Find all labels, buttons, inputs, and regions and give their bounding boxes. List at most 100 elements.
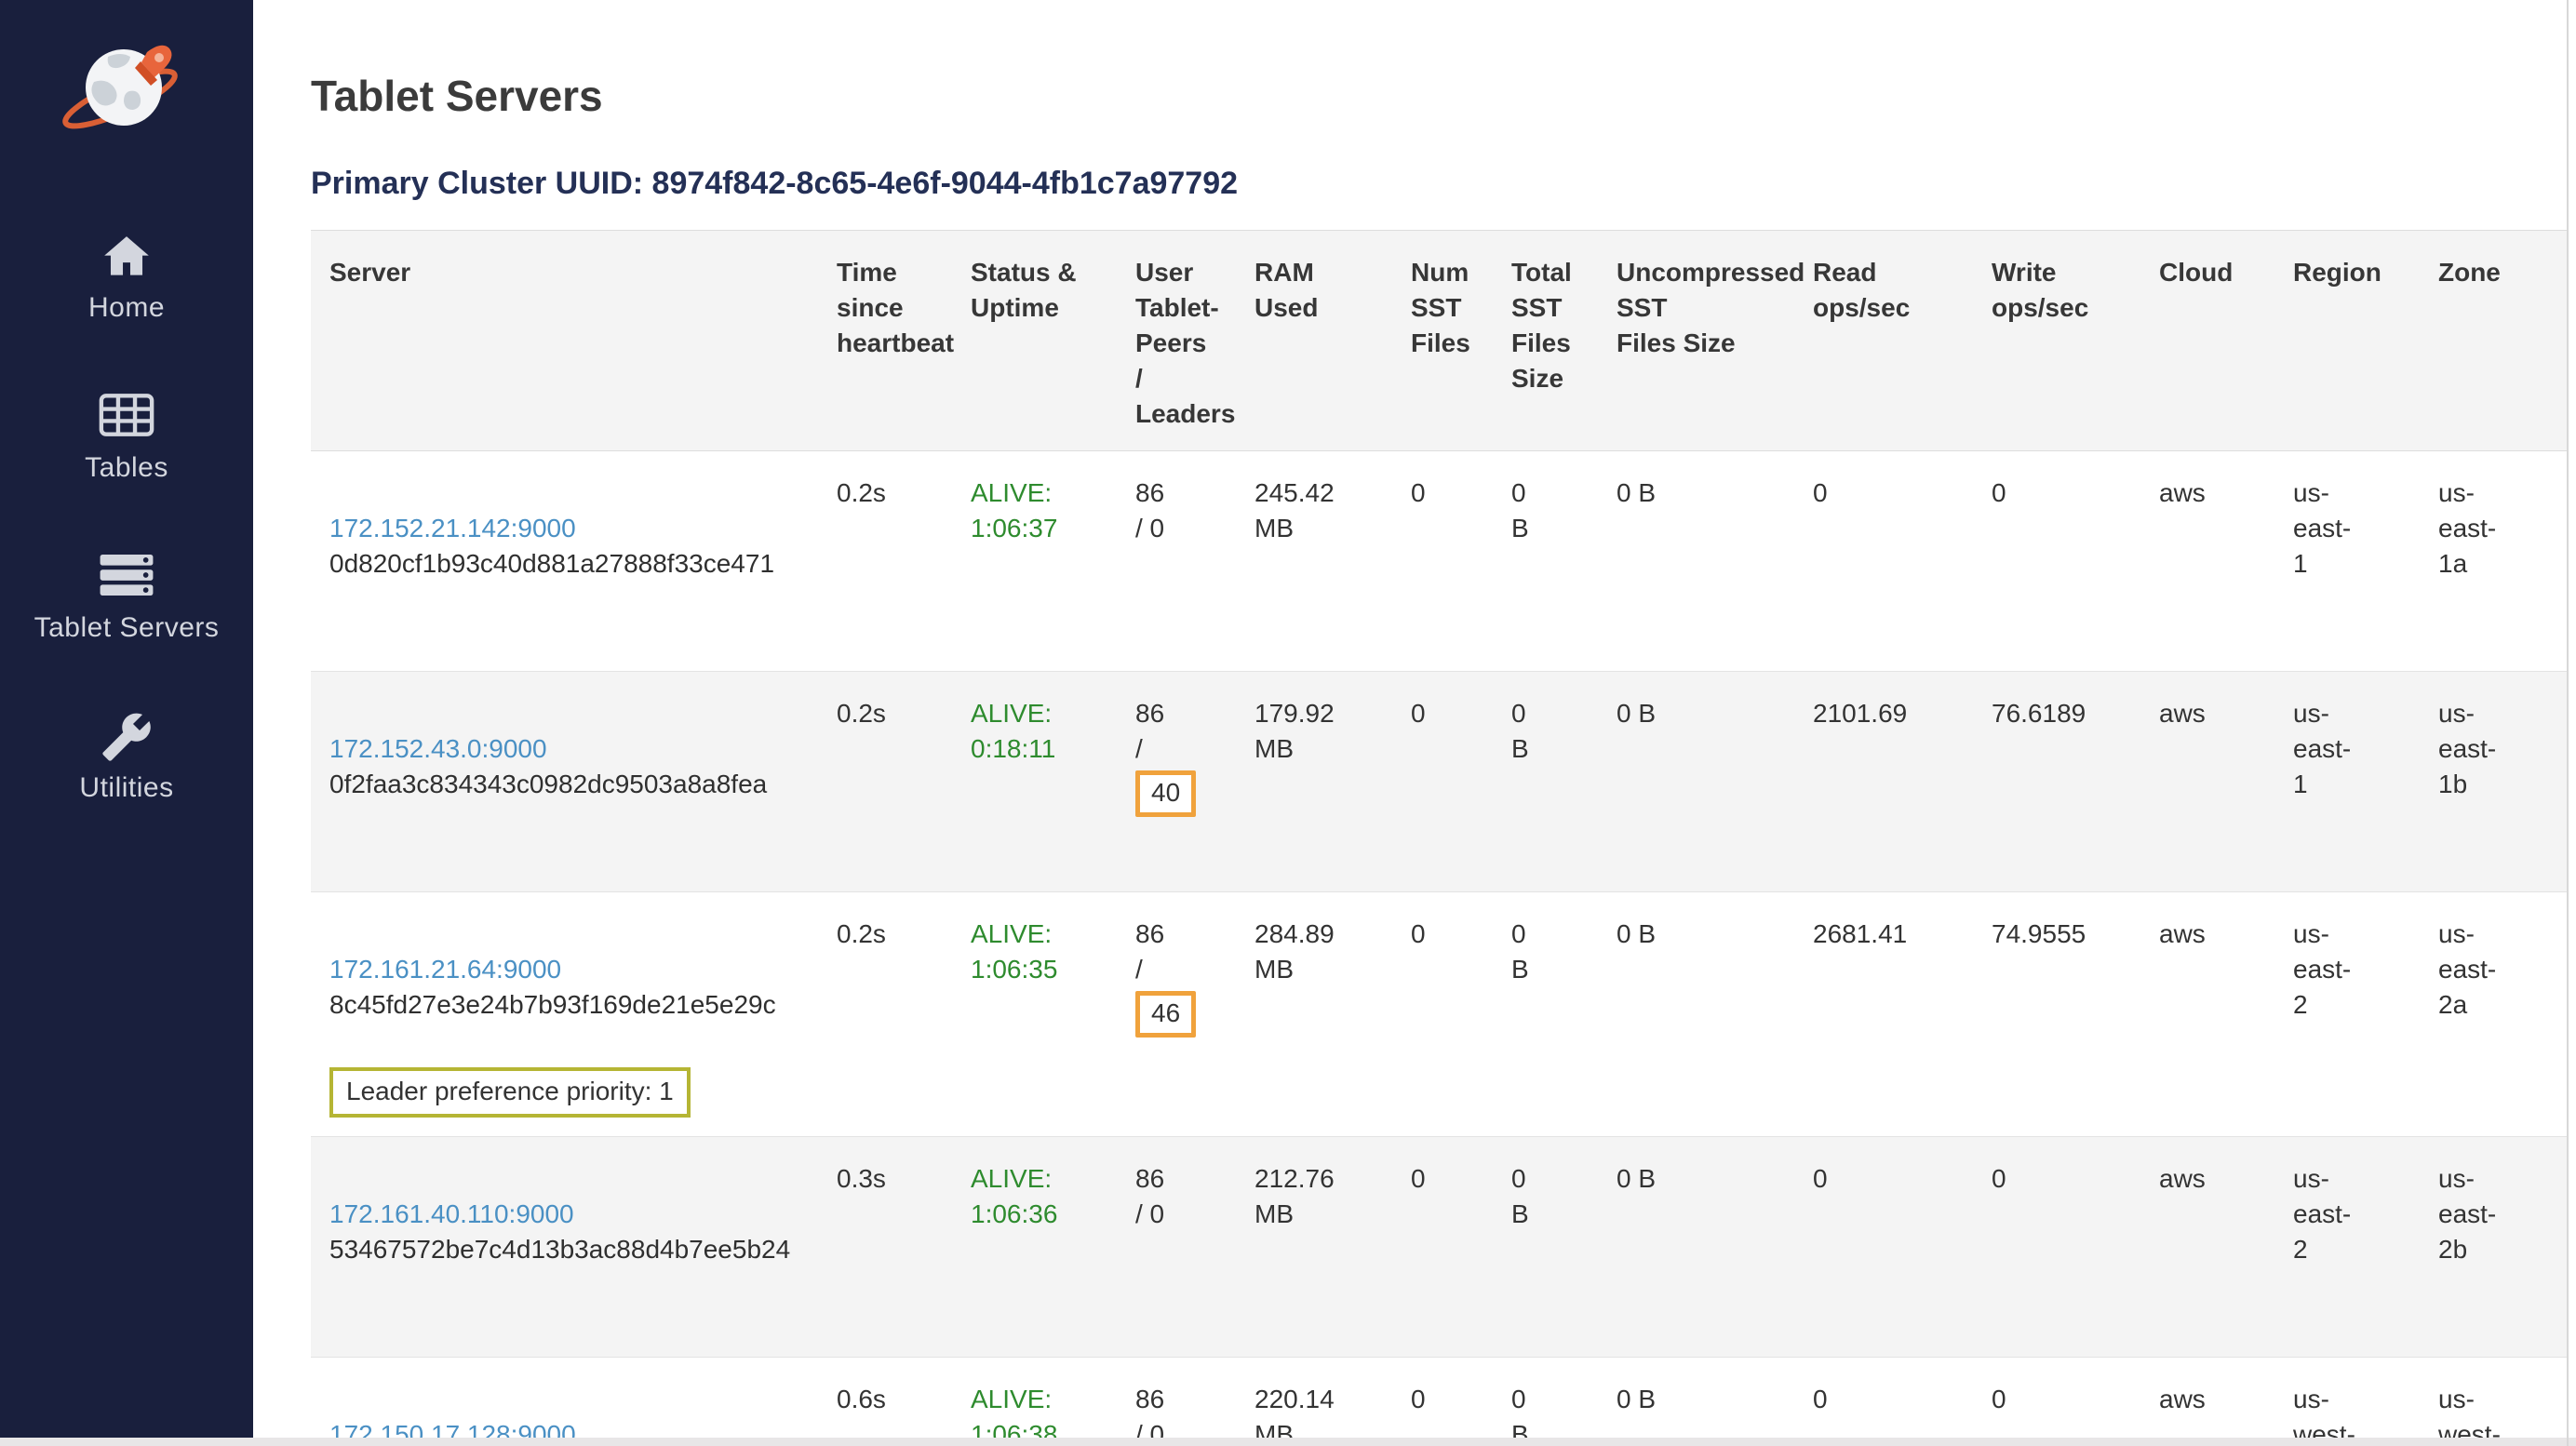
uncompressed-sst-cell: 0 B bbox=[1598, 451, 1794, 672]
server-cell: 172.150.17.128:9000 c48bc82fc7314d5e9186… bbox=[311, 1358, 818, 1446]
col-header-zone: Zone bbox=[2420, 231, 2567, 451]
uncompressed-sst-cell: 0 B bbox=[1598, 672, 1794, 892]
page-title: Tablet Servers bbox=[311, 71, 2569, 121]
uncompressed-sst-cell: 0 B bbox=[1598, 1358, 1794, 1446]
region-cell: us- east- 1 bbox=[2274, 672, 2420, 892]
peers-cell: 86 / 0 bbox=[1117, 1358, 1236, 1446]
num-sst-cell: 0 bbox=[1392, 672, 1493, 892]
uncompressed-sst-cell: 0 B bbox=[1598, 1137, 1794, 1358]
zone-cell: us- east- 2a bbox=[2420, 892, 2567, 1137]
peers-cell: 86 / 0 bbox=[1117, 1137, 1236, 1358]
read-ops-cell: 0 bbox=[1794, 1358, 1973, 1446]
read-ops-cell: 0 bbox=[1794, 1137, 1973, 1358]
status-cell: ALIVE: 0:18:11 bbox=[952, 672, 1117, 892]
cluster-uuid-heading: Primary Cluster UUID: 8974f842-8c65-4e6f… bbox=[311, 166, 2569, 202]
sidebar-item-label: Tables bbox=[85, 452, 168, 484]
tserver-table-body: 172.152.21.142:9000 0d820cf1b93c40d881a2… bbox=[311, 451, 2567, 1446]
zone-cell: us- east- 1a bbox=[2420, 451, 2567, 672]
sidebar: Home Tables bbox=[0, 0, 253, 1446]
col-header-status: Status & Uptime bbox=[952, 231, 1117, 451]
col-header-write-ops: Write ops/sec bbox=[1973, 231, 2140, 451]
table-row: 172.150.17.128:9000 c48bc82fc7314d5e9186… bbox=[311, 1358, 2567, 1446]
table-row: 172.161.40.110:9000 53467572be7c4d13b3ac… bbox=[311, 1137, 2567, 1358]
home-icon bbox=[101, 231, 153, 283]
sidebar-item-utilities[interactable]: Utilities bbox=[79, 711, 173, 804]
table-header: Server Time since heartbeat Status & Upt… bbox=[311, 231, 2567, 451]
ram-cell: 220.14 MB bbox=[1236, 1358, 1392, 1446]
ram-cell: 212.76 MB bbox=[1236, 1137, 1392, 1358]
num-sst-cell: 0 bbox=[1392, 1358, 1493, 1446]
table-row: 172.161.21.64:9000 8c45fd27e3e24b7b93f16… bbox=[311, 892, 2567, 1137]
cloud-cell: aws bbox=[2140, 892, 2274, 1137]
col-header-uncompressed-sst: Uncompressed SST Files Size bbox=[1598, 231, 1794, 451]
heartbeat-cell: 0.2s bbox=[818, 892, 952, 1137]
peers-count: 86 / bbox=[1135, 699, 1164, 763]
utilities-wrench-icon bbox=[101, 711, 153, 763]
total-sst-cell: 0 B bbox=[1493, 451, 1598, 672]
col-header-region: Region bbox=[2274, 231, 2420, 451]
cloud-cell: aws bbox=[2140, 451, 2274, 672]
write-ops-cell: 0 bbox=[1973, 451, 2140, 672]
server-link[interactable]: 172.161.21.64:9000 bbox=[329, 955, 561, 984]
col-header-cloud: Cloud bbox=[2140, 231, 2274, 451]
zone-cell: us- west- 1a bbox=[2420, 1358, 2567, 1446]
total-sst-cell: 0 B bbox=[1493, 672, 1598, 892]
peers-cell: 86 /40 bbox=[1117, 672, 1236, 892]
server-cell: 172.152.21.142:9000 0d820cf1b93c40d881a2… bbox=[311, 451, 818, 672]
col-header-num-sst: Num SST Files bbox=[1392, 231, 1493, 451]
table-row: 172.152.21.142:9000 0d820cf1b93c40d881a2… bbox=[311, 451, 2567, 672]
sidebar-item-tables[interactable]: Tables bbox=[85, 391, 168, 484]
heartbeat-cell: 0.6s bbox=[818, 1358, 952, 1446]
sidebar-item-home[interactable]: Home bbox=[88, 231, 165, 324]
server-uuid: 8c45fd27e3e24b7b93f169de21e5e29c bbox=[329, 987, 799, 1023]
col-header-ram: RAM Used bbox=[1236, 231, 1392, 451]
yugabytedb-logo[interactable] bbox=[57, 33, 196, 145]
col-header-peers: User Tablet- Peers / Leaders bbox=[1117, 231, 1236, 451]
cloud-cell: aws bbox=[2140, 672, 2274, 892]
region-cell: us- east- 1 bbox=[2274, 451, 2420, 672]
write-ops-cell: 74.9555 bbox=[1973, 892, 2140, 1137]
num-sst-cell: 0 bbox=[1392, 892, 1493, 1137]
app-window: Home Tables bbox=[0, 0, 2576, 1446]
peers-cell: 86 /46 bbox=[1117, 892, 1236, 1137]
server-link[interactable]: 172.161.40.110:9000 bbox=[329, 1199, 574, 1228]
cloud-cell: aws bbox=[2140, 1137, 2274, 1358]
server-link[interactable]: 172.152.21.142:9000 bbox=[329, 514, 576, 542]
num-sst-cell: 0 bbox=[1392, 1137, 1493, 1358]
heartbeat-cell: 0.2s bbox=[818, 672, 952, 892]
peers-cell: 86 / 0 bbox=[1117, 451, 1236, 672]
table-row: 172.152.43.0:9000 0f2faa3c834343c0982dc9… bbox=[311, 672, 2567, 892]
write-ops-cell: 0 bbox=[1973, 1137, 2140, 1358]
write-ops-cell: 0 bbox=[1973, 1358, 2140, 1446]
main-content: Tablet Servers Primary Cluster UUID: 897… bbox=[253, 0, 2576, 1446]
tablet-servers-table: Server Time since heartbeat Status & Upt… bbox=[311, 230, 2567, 1446]
ram-cell: 179.92 MB bbox=[1236, 672, 1392, 892]
status-cell: ALIVE: 1:06:35 bbox=[952, 892, 1117, 1137]
num-sst-cell: 0 bbox=[1392, 451, 1493, 672]
peers-count: 86 / 0 bbox=[1135, 478, 1164, 542]
server-cell: 172.161.21.64:9000 8c45fd27e3e24b7b93f16… bbox=[311, 892, 818, 1137]
status-cell: ALIVE: 1:06:38 bbox=[952, 1358, 1117, 1446]
col-header-heartbeat: Time since heartbeat bbox=[818, 231, 952, 451]
server-link[interactable]: 172.152.43.0:9000 bbox=[329, 734, 547, 763]
cloud-cell: aws bbox=[2140, 1358, 2274, 1446]
ram-cell: 245.42 MB bbox=[1236, 451, 1392, 672]
read-ops-cell: 2681.41 bbox=[1794, 892, 1973, 1137]
uncompressed-sst-cell: 0 B bbox=[1598, 892, 1794, 1137]
status-cell: ALIVE: 1:06:36 bbox=[952, 1137, 1117, 1358]
read-ops-cell: 2101.69 bbox=[1794, 672, 1973, 892]
heartbeat-cell: 0.3s bbox=[818, 1137, 952, 1358]
window-bottom-edge bbox=[0, 1438, 2576, 1446]
server-cell: 172.161.40.110:9000 53467572be7c4d13b3ac… bbox=[311, 1137, 818, 1358]
read-ops-cell: 0 bbox=[1794, 451, 1973, 672]
heartbeat-cell: 0.2s bbox=[818, 451, 952, 672]
col-header-server: Server bbox=[311, 231, 818, 451]
total-sst-cell: 0 B bbox=[1493, 1137, 1598, 1358]
server-uuid: 0d820cf1b93c40d881a27888f33ce471 bbox=[329, 546, 799, 582]
server-uuid: 0f2faa3c834343c0982dc9503a8a8fea bbox=[329, 767, 799, 802]
peers-count: 86 / bbox=[1135, 919, 1164, 984]
sidebar-item-tablet-servers[interactable]: Tablet Servers bbox=[34, 551, 220, 644]
total-sst-cell: 0 B bbox=[1493, 892, 1598, 1137]
tables-icon bbox=[98, 391, 155, 443]
server-uuid: 53467572be7c4d13b3ac88d4b7ee5b24 bbox=[329, 1232, 799, 1267]
